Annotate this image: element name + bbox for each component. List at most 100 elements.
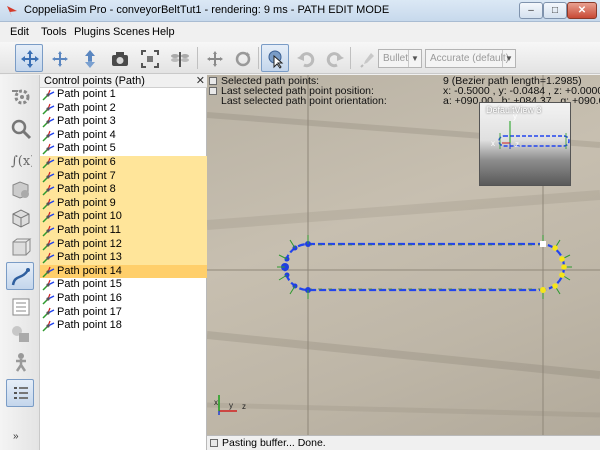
- path-point-item[interactable]: Path point 6: [40, 156, 207, 170]
- redo-icon: [326, 52, 344, 68]
- scripts-icon: ∫(x): [11, 154, 32, 169]
- path-point-item[interactable]: Path point 9: [40, 196, 207, 211]
- path-point-item[interactable]: Path point 16: [40, 292, 207, 306]
- path-point-icon: [42, 157, 55, 169]
- model-browser-icon: [12, 209, 30, 228]
- status-toggle-box[interactable]: [210, 439, 218, 447]
- menu-plugins[interactable]: Plugins: [74, 26, 110, 38]
- path-point-icon: [42, 130, 55, 142]
- path-point-icon: [42, 212, 55, 223]
- path-points-selected[interactable]: [540, 241, 567, 293]
- point-orientation-label: Last selected path point orientation:: [221, 95, 387, 107]
- path-point-item[interactable]: Path point 13: [40, 251, 207, 265]
- path-point-item[interactable]: Path point 15: [40, 278, 207, 292]
- menu-scenes[interactable]: Scenes: [113, 26, 150, 38]
- move-button[interactable]: [15, 44, 43, 72]
- scene-hierarchy-icon: [12, 298, 30, 316]
- environment-icon: [12, 238, 32, 256]
- path-point-item[interactable]: Path point 8: [40, 183, 207, 197]
- path-point-label: Path point 10: [57, 210, 122, 223]
- path-point-item[interactable]: Path point 4: [40, 129, 207, 143]
- path-point-icon: [42, 116, 55, 128]
- path-point-item[interactable]: Path point 3: [40, 115, 207, 129]
- close-button[interactable]: ✕: [567, 2, 597, 19]
- path-point-item[interactable]: Path point 1: [40, 88, 207, 102]
- main-toolbar: Bullet ▼ Accurate (default) ▼: [0, 42, 600, 74]
- dynamics-icon: [360, 53, 374, 68]
- shape-edit-icon: [12, 326, 29, 342]
- path-point-item[interactable]: Path point 14: [40, 264, 207, 279]
- info-toggle-box[interactable]: [209, 87, 217, 95]
- path-point-item[interactable]: Path point 2: [40, 102, 207, 116]
- path-point-label: Path point 3: [57, 115, 116, 128]
- path-point-item[interactable]: Path point 11: [40, 224, 207, 238]
- move-icon: [21, 50, 39, 68]
- calculation-modules-button[interactable]: [6, 114, 34, 142]
- path-point-icon: [42, 293, 55, 305]
- physics-engine-value: Bullet: [383, 53, 409, 64]
- physics-engine-select[interactable]: Bullet ▼: [378, 49, 422, 68]
- fly-view-button[interactable]: [165, 44, 193, 72]
- shapes-button[interactable]: [6, 175, 34, 203]
- shape-edit-button[interactable]: [6, 319, 34, 347]
- menu-edit[interactable]: Edit: [10, 26, 29, 38]
- rotate-view-button[interactable]: [45, 44, 73, 72]
- panel-header: Control points (Path) ✕: [40, 75, 207, 88]
- environment-button[interactable]: [6, 233, 34, 261]
- object-rotate-button[interactable]: [228, 44, 256, 72]
- path-point-label: Path point 1: [57, 88, 116, 100]
- path-point-icon: [42, 307, 55, 319]
- path-edit-button[interactable]: [6, 262, 34, 290]
- click-select-button[interactable]: [261, 44, 289, 72]
- dynamics-button[interactable]: [353, 44, 381, 72]
- menu-bar: Edit Tools Plugins Scenes Help: [0, 22, 600, 42]
- axis-label-y: y: [229, 401, 233, 410]
- panel-title: Control points (Path): [44, 75, 145, 87]
- panel-close-button[interactable]: ✕: [196, 74, 205, 87]
- path-point-item[interactable]: Path point 17: [40, 306, 207, 320]
- chevron-down-icon: ▼: [502, 50, 515, 67]
- bezier-path[interactable]: [283, 242, 566, 292]
- path-point-item[interactable]: Path point 18: [40, 319, 207, 333]
- window-title: CoppeliaSim Pro - conveyorBeltTut1 - ren…: [24, 4, 390, 16]
- path-point-icon: [42, 198, 55, 210]
- model-browser-button[interactable]: [6, 203, 34, 231]
- toolbar-overflow-button[interactable]: »: [13, 431, 19, 442]
- path-point-icon: [42, 103, 55, 115]
- path-point-icon: [42, 252, 55, 264]
- camera-button[interactable]: [105, 44, 133, 72]
- path-point-icon: [42, 280, 55, 291]
- path-point-label: Path point 8: [57, 183, 116, 196]
- scene-viewport[interactable]: x y z Selected path points: 9 (Bezier pa…: [207, 75, 600, 435]
- inset-axis-x: x: [491, 139, 495, 148]
- path-points-unselected[interactable]: [281, 241, 311, 293]
- info-toggle-box[interactable]: [209, 77, 217, 85]
- scene-hierarchy-button[interactable]: [6, 292, 34, 320]
- simulation-settings-button[interactable]: [6, 81, 34, 109]
- path-point-item[interactable]: Path point 5: [40, 142, 207, 156]
- auxiliary-view[interactable]: DefaultView 3 y x z: [479, 102, 571, 186]
- simulation-settings-icon: [12, 89, 30, 105]
- toolbar-separator: [350, 47, 351, 69]
- maximize-button[interactable]: □: [543, 2, 567, 19]
- path-point-item[interactable]: Path point 10: [40, 210, 207, 224]
- camera-icon: [112, 52, 128, 66]
- minimize-button[interactable]: –: [519, 2, 543, 19]
- scripts-button[interactable]: ∫(x): [6, 145, 34, 173]
- selection-button[interactable]: [6, 379, 34, 407]
- menu-tools[interactable]: Tools: [41, 26, 67, 38]
- path-point-item[interactable]: Path point 7: [40, 169, 207, 184]
- calculation-modules-icon: [11, 119, 32, 140]
- path-point-icon: [42, 320, 55, 332]
- status-message: Pasting buffer... Done.: [222, 437, 326, 449]
- undo-button[interactable]: [291, 44, 319, 72]
- object-shift-button[interactable]: [200, 44, 228, 72]
- path-point-label: Path point 2: [57, 101, 116, 114]
- accuracy-select[interactable]: Accurate (default) ▼: [425, 49, 516, 68]
- fit-view-button[interactable]: [135, 44, 163, 72]
- model-properties-button[interactable]: [6, 347, 34, 375]
- shift-view-button[interactable]: [75, 44, 103, 72]
- redo-button[interactable]: [320, 44, 348, 72]
- path-point-item[interactable]: Path point 12: [40, 237, 207, 252]
- menu-help[interactable]: Help: [152, 26, 175, 38]
